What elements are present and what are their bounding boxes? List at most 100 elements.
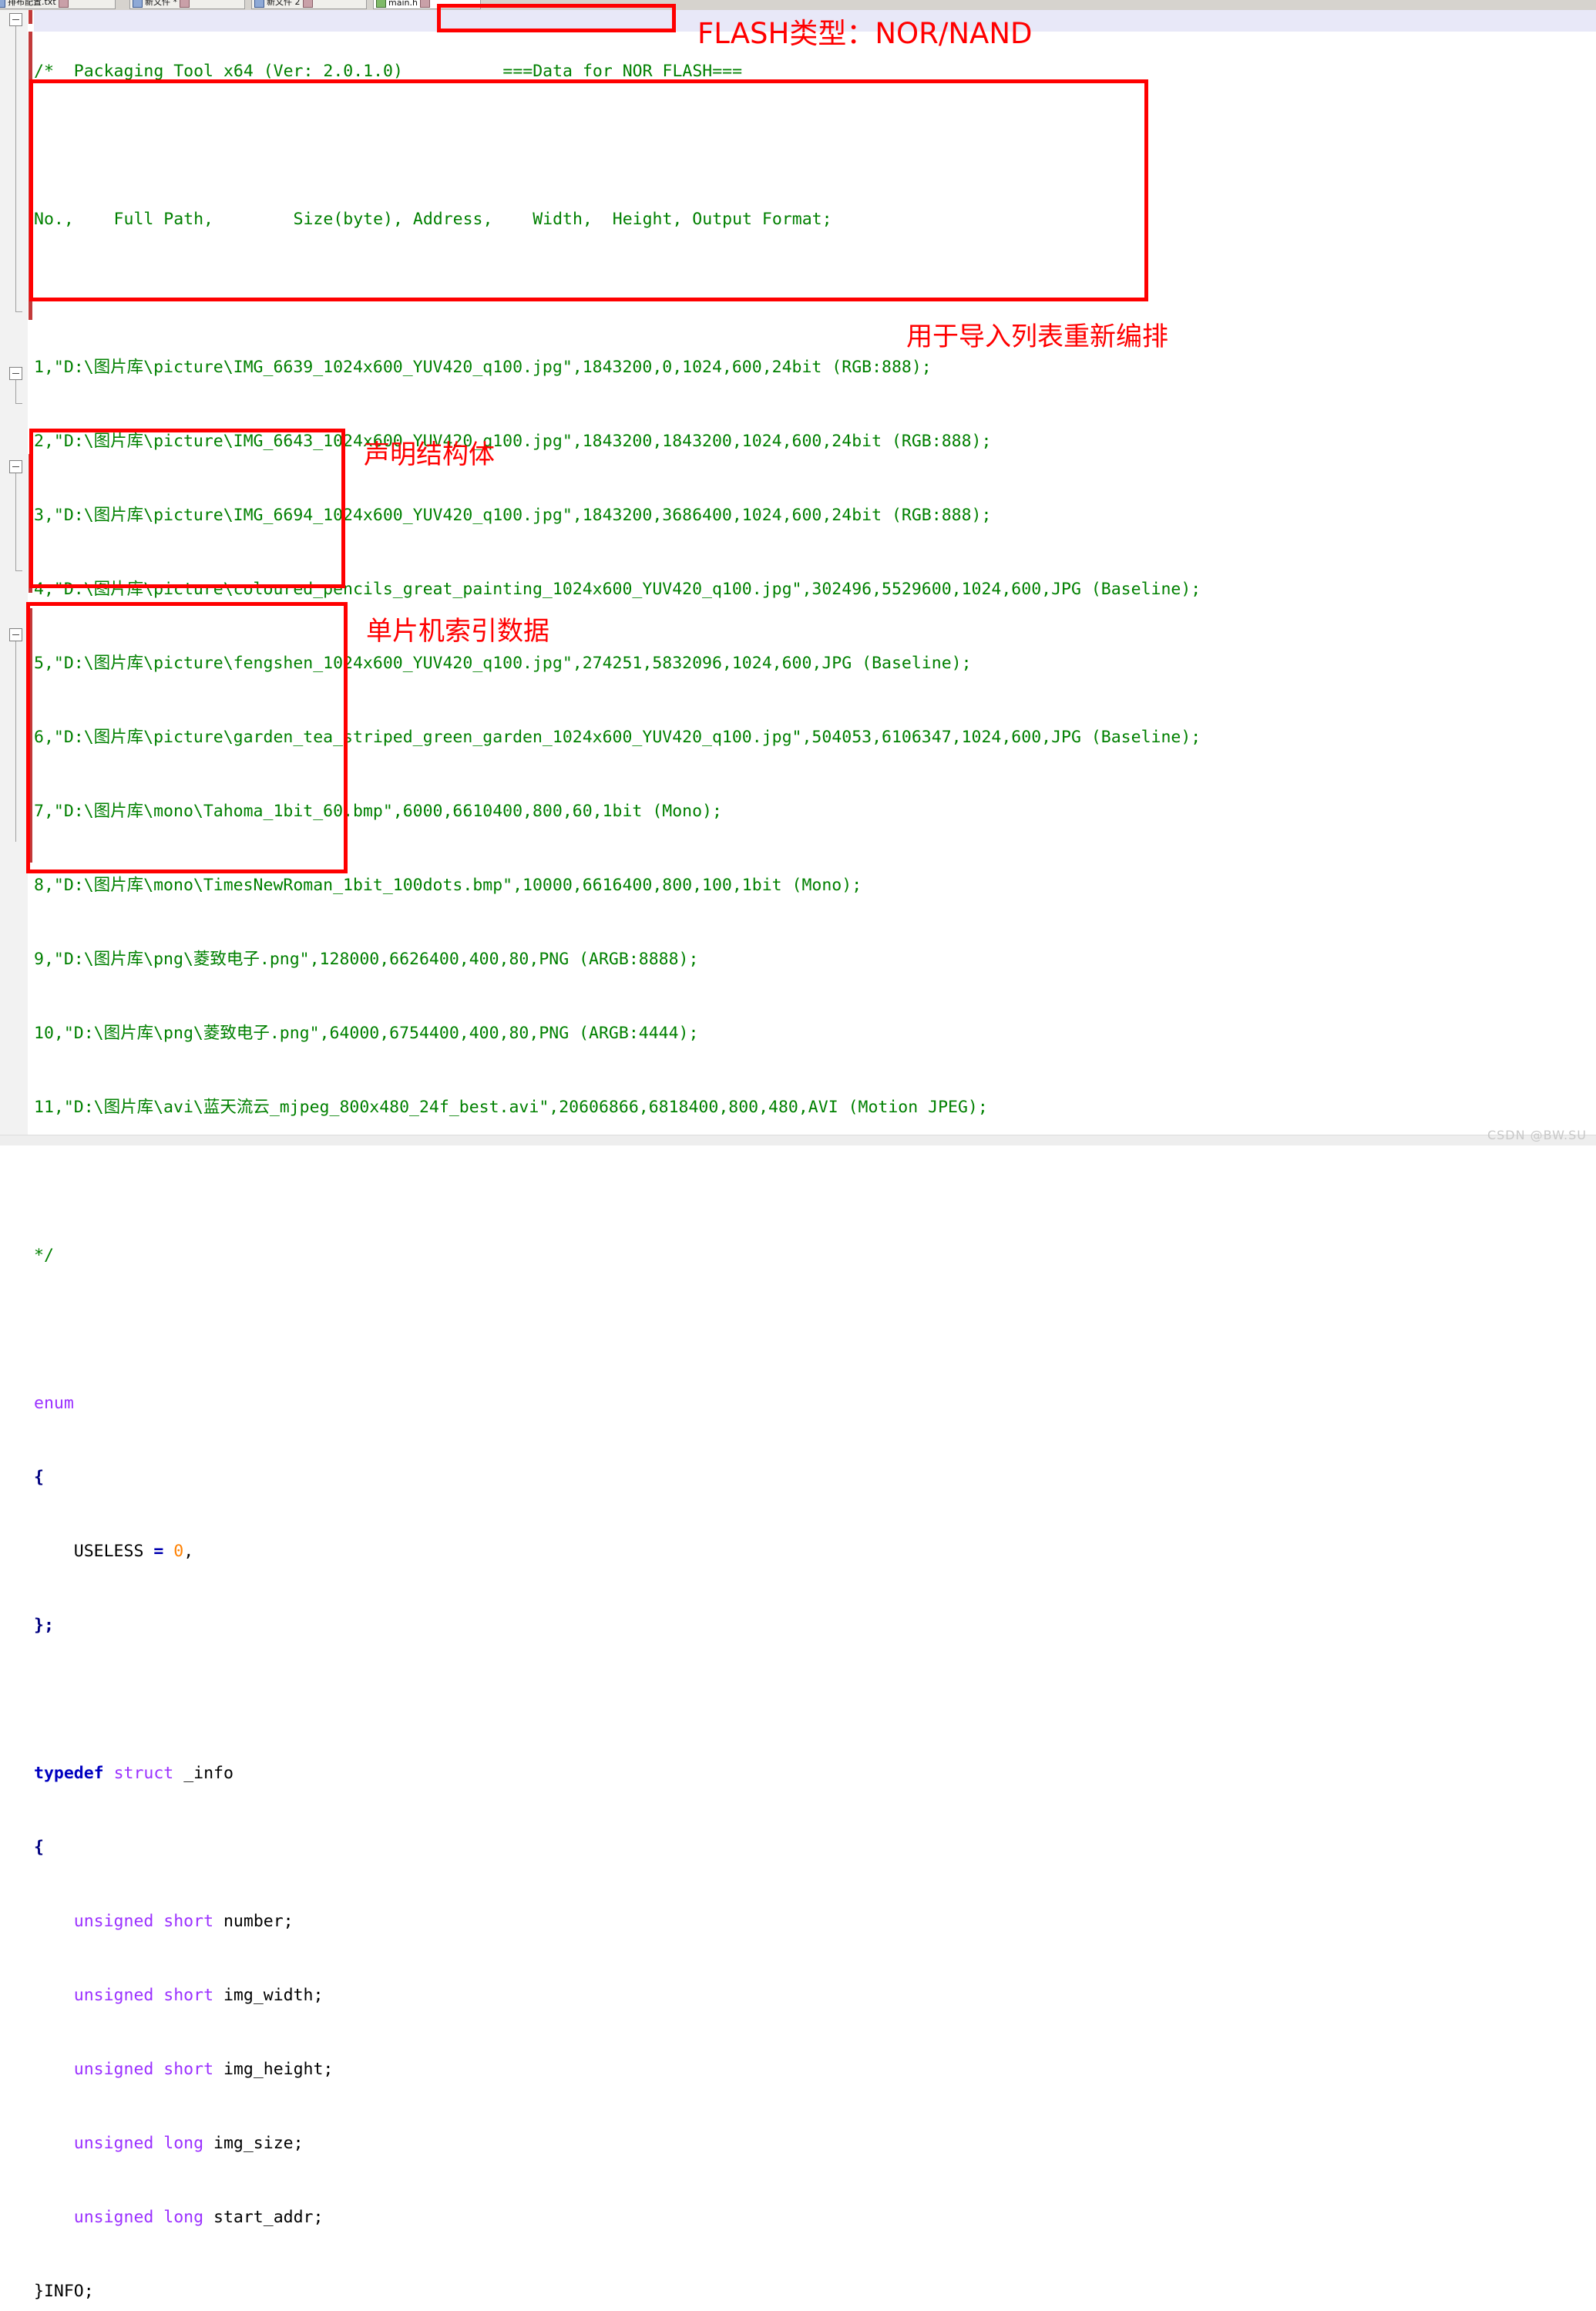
struct-field-4: unsigned long img_size; xyxy=(34,2131,1596,2156)
code-line-struct-close: }INFO; xyxy=(34,2279,1596,2304)
struct-field-5: unsigned long start_addr; xyxy=(34,2205,1596,2230)
fold-guide-line xyxy=(15,473,16,570)
data-line-text: 8,"D:\图片库\mono\TimesNewRoman_1bit_100dot… xyxy=(34,876,862,895)
fold-guide-line xyxy=(15,380,16,403)
code-line-header: /* Packaging Tool x64 (Ver: 2.0.1.0) ===… xyxy=(34,59,1596,84)
close-icon[interactable] xyxy=(58,0,69,8)
text-file-icon xyxy=(0,0,5,8)
source-code[interactable]: /* Packaging Tool x64 (Ver: 2.0.1.0) ===… xyxy=(34,10,1596,2311)
data-line-5: 5,"D:\图片库\picture\fengshen_1024x600_YUV4… xyxy=(34,651,1596,676)
field-type: short xyxy=(163,2060,214,2079)
typedef-keyword: typedef xyxy=(34,1764,104,1783)
tab-main-h[interactable]: main.h xyxy=(373,0,481,9)
struct-close: }INFO; xyxy=(34,2282,94,2301)
tab-newfile-1[interactable]: 新文件 * xyxy=(129,0,245,9)
data-line-10: 10,"D:\图片库\png\菱致电子.png",64000,6754400,4… xyxy=(34,1021,1596,1046)
code-editor[interactable]: /* Packaging Tool x64 (Ver: 2.0.1.0) ===… xyxy=(0,10,1596,2301)
data-line-text: 10,"D:\图片库\png\菱致电子.png",64000,6754400,4… xyxy=(34,1024,699,1043)
struct-field-2: unsigned short img_width; xyxy=(34,1983,1596,2008)
struct-tag: _info xyxy=(183,1764,234,1783)
fold-margin[interactable] xyxy=(0,10,29,1145)
text-file-icon xyxy=(133,0,143,8)
data-line-9: 9,"D:\图片库\png\菱致电子.png",128000,6626400,4… xyxy=(34,947,1596,972)
data-line-text: 6,"D:\图片库\picture\garden_tea_striped_gre… xyxy=(34,728,1201,747)
struct-field-1: unsigned short number; xyxy=(34,1909,1596,1934)
field-qualifier: unsigned xyxy=(73,2208,154,2227)
data-line-4: 4,"D:\图片库\picture\coloured_pencils_great… xyxy=(34,577,1596,602)
field-qualifier: unsigned xyxy=(73,1912,154,1931)
data-line-text: 9,"D:\图片库\png\菱致电子.png",128000,6626400,4… xyxy=(34,950,699,969)
field-type: short xyxy=(163,1986,214,2005)
tab-label: 新文件 2 xyxy=(267,0,301,7)
code-line-typedef: typedef struct _info xyxy=(34,1761,1596,1786)
enum-keyword: enum xyxy=(34,1394,74,1413)
struct-field-3: unsigned short img_height; xyxy=(34,2057,1596,2082)
close-icon[interactable] xyxy=(302,0,313,8)
enum-assign-operator: = xyxy=(153,1542,164,1561)
data-line-1: 1,"D:\图片库\picture\IMG_6639_1024x600_YUV4… xyxy=(34,355,1596,380)
tab-label: main.h xyxy=(388,0,418,8)
data-line-3: 3,"D:\图片库\picture\IMG_6694_1024x600_YUV4… xyxy=(34,503,1596,528)
tab-newfile-2[interactable]: 新文件 2 xyxy=(251,0,367,9)
fold-toggle-enum[interactable] xyxy=(9,367,22,380)
code-line-comment-close: */ xyxy=(34,1243,1596,1268)
data-line-text: 2,"D:\图片库\picture\IMG_6643_1024x600_YUV4… xyxy=(34,432,992,451)
field-qualifier: unsigned xyxy=(73,2060,154,2079)
data-line-text: 4,"D:\图片库\picture\coloured_pencils_great… xyxy=(34,580,1201,599)
modified-line-marker xyxy=(29,608,32,863)
enum-member-value: 0 xyxy=(173,1542,184,1561)
data-line-text: 3,"D:\图片库\picture\IMG_6694_1024x600_YUV4… xyxy=(34,506,992,525)
fold-toggle-array[interactable] xyxy=(9,628,22,641)
modified-line-marker xyxy=(29,454,32,593)
modified-line-marker xyxy=(29,10,32,24)
data-line-2: 2,"D:\图片库\picture\IMG_6643_1024x600_YUV4… xyxy=(34,429,1596,454)
struct-open-brace: { xyxy=(34,1838,44,1857)
watermark: CSDN @BW.SU xyxy=(1487,1128,1587,1142)
tab-label: 新文件 * xyxy=(145,0,177,7)
field-type: long xyxy=(163,2208,204,2227)
data-line-text: 5,"D:\图片库\picture\fengshen_1024x600_YUV4… xyxy=(34,654,972,673)
header-file-icon xyxy=(376,0,386,8)
data-line-8: 8,"D:\图片库\mono\TimesNewRoman_1bit_100dot… xyxy=(34,873,1596,898)
close-icon[interactable] xyxy=(180,0,190,8)
annotation-label-flash-type: FLASH类型：NOR/NAND xyxy=(697,17,1033,50)
data-line-11: 11,"D:\图片库\avi\蓝天流云_mjpeg_800x480_24f_be… xyxy=(34,1095,1596,1120)
data-line-text: 1,"D:\图片库\picture\IMG_6639_1024x600_YUV4… xyxy=(34,358,932,377)
fold-guide-foot xyxy=(15,403,22,404)
tab-pailiupeizhi[interactable]: 排布配置.txt xyxy=(0,0,116,9)
fold-guide-line xyxy=(15,26,16,311)
close-icon[interactable] xyxy=(419,0,430,8)
enum-member-comma: , xyxy=(183,1542,194,1561)
code-line-enum-member: USELESS = 0, xyxy=(34,1539,1596,1564)
code-line-enum-kw: enum xyxy=(34,1391,1596,1416)
fold-toggle-comment-block[interactable] xyxy=(9,13,22,26)
field-qualifier: unsigned xyxy=(73,2134,154,2153)
field-type: long xyxy=(163,2134,204,2153)
fold-toggle-struct[interactable] xyxy=(9,460,22,473)
enum-close-brace: }; xyxy=(34,1616,54,1635)
data-line-7: 7,"D:\图片库\mono\Tahoma_1bit_60.bmp",6000,… xyxy=(34,799,1596,824)
enum-member-name: USELESS xyxy=(73,1542,144,1561)
